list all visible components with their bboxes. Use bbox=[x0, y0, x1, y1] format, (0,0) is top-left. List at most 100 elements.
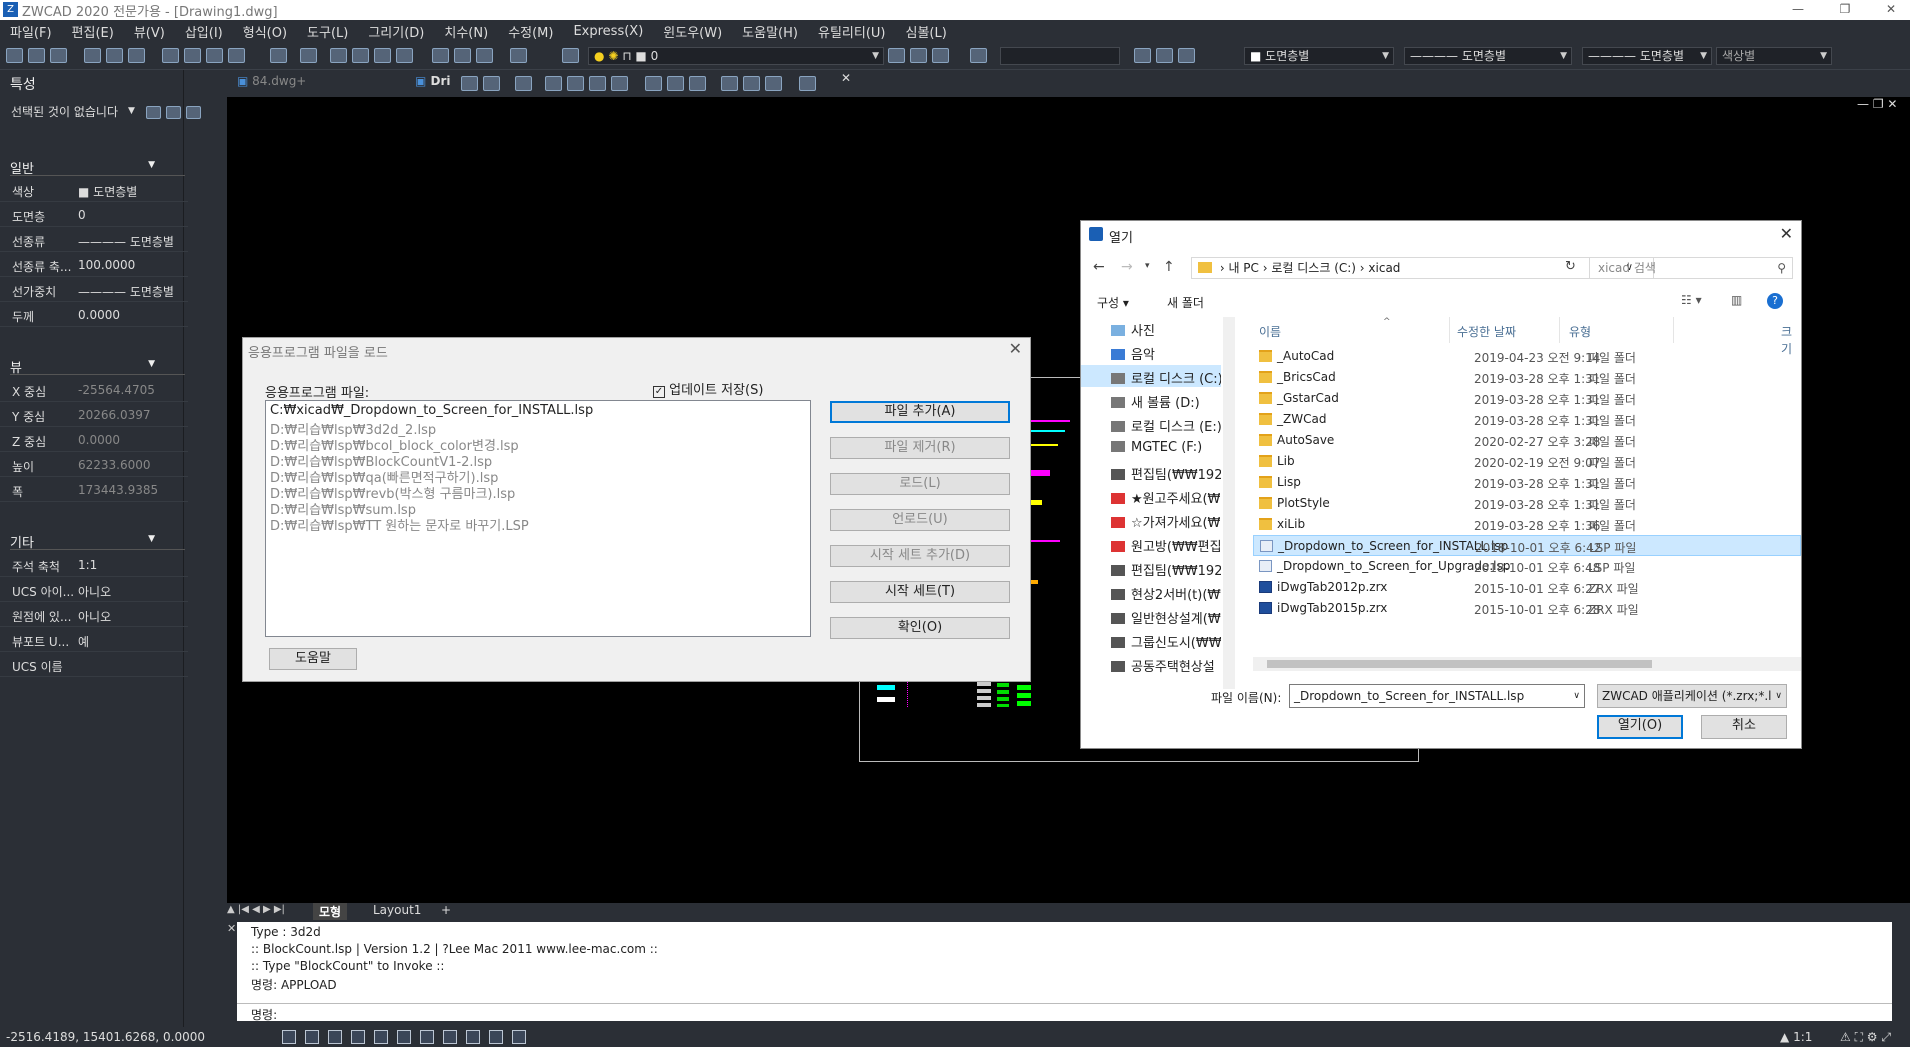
close-icon[interactable]: ✕ bbox=[1780, 224, 1793, 243]
publish-icon[interactable] bbox=[128, 48, 145, 63]
prop-row[interactable]: 뷰포트 U... 예 bbox=[0, 628, 188, 652]
nav-item[interactable]: 일반현상설계(₩ bbox=[1111, 608, 1221, 627]
nav-item-selected[interactable]: 로컬 디스크 (C:) bbox=[1081, 365, 1221, 387]
nav-item[interactable]: ★원고주세요(₩ bbox=[1111, 488, 1220, 507]
close-icon[interactable]: ✕ bbox=[841, 71, 851, 85]
file-row[interactable]: iDwgTab2015p.zrx 2015-10-01 오후 6:28 ZRX 파일 bbox=[1253, 598, 1801, 619]
prop-row[interactable]: 폭 173443.9385 bbox=[0, 478, 188, 502]
file-row[interactable]: PlotStyle 2019-03-28 오후 1:31 파일 폴더 bbox=[1253, 493, 1801, 514]
dim-style-icon[interactable] bbox=[1134, 48, 1151, 63]
transparency-icon[interactable] bbox=[489, 1030, 503, 1044]
tab-add[interactable]: + bbox=[435, 903, 457, 917]
minimize-icon[interactable]: — bbox=[1783, 0, 1813, 20]
ducs-icon[interactable] bbox=[443, 1030, 457, 1044]
color-combo[interactable]: ■ 도면층별 ▼ bbox=[1244, 47, 1394, 65]
startup-suite-button[interactable]: 시작 세트(T) bbox=[830, 581, 1010, 603]
properties-icon[interactable] bbox=[432, 48, 449, 63]
layout-nav-icons[interactable]: ▲ |◀ ◀ ▶ ▶| bbox=[227, 904, 285, 915]
add-startup-button[interactable]: 시작 세트 추가(D) bbox=[830, 545, 1010, 567]
print-icon[interactable] bbox=[84, 48, 101, 63]
nav-item[interactable]: 그룹신도시(₩₩1 bbox=[1111, 632, 1221, 651]
chevron-down-icon[interactable]: ▾ bbox=[1145, 261, 1150, 271]
command-input[interactable]: 명령: bbox=[237, 1003, 1892, 1022]
nav-item[interactable]: 편집팀(₩₩192.1 bbox=[1111, 560, 1221, 579]
text-style-icon[interactable] bbox=[970, 48, 987, 63]
prop-row[interactable]: 선종류 축... 100.0000 bbox=[0, 253, 188, 277]
make-current-icon[interactable] bbox=[888, 48, 905, 63]
menu-utility[interactable]: 유틸리티(U) bbox=[808, 22, 896, 41]
refresh-icon[interactable]: ↻ bbox=[1565, 259, 1576, 274]
otrack-icon[interactable] bbox=[397, 1030, 411, 1044]
prop-row[interactable]: 도면층 0 bbox=[0, 203, 188, 227]
menu-window[interactable]: 윈도우(W) bbox=[653, 22, 732, 41]
section-general[interactable]: 일반 ▼ bbox=[10, 158, 185, 177]
breadcrumb-item[interactable]: 내 PC bbox=[1228, 261, 1258, 275]
menu-tools[interactable]: 도구(L) bbox=[297, 22, 358, 41]
prop-row[interactable]: 선종류 ———— 도면층별 bbox=[0, 228, 188, 252]
layer-state-icon[interactable] bbox=[932, 48, 949, 63]
menu-view[interactable]: 뷰(V) bbox=[124, 22, 175, 41]
selection-combo[interactable]: 선택된 것이 없습니다 bbox=[6, 104, 142, 122]
cancel-button[interactable]: 취소 bbox=[1701, 715, 1787, 739]
copy-icon[interactable] bbox=[184, 48, 201, 63]
tool-palette-icon[interactable] bbox=[476, 48, 493, 63]
help-icon[interactable] bbox=[510, 48, 527, 63]
close-icon[interactable]: ✕ bbox=[1876, 0, 1906, 20]
file-row[interactable]: iDwgTab2012p.zrx 2015-10-01 오후 6:27 ZRX 파일 bbox=[1253, 577, 1801, 598]
list-item[interactable]: C:₩xicad₩_Dropdown_to_Screen_for_INSTALL… bbox=[270, 403, 593, 418]
file-row[interactable]: _ZWCad 2019-03-28 오후 1:31 파일 폴더 bbox=[1253, 409, 1801, 430]
ucs-y-icon[interactable] bbox=[721, 76, 738, 91]
redo-icon[interactable] bbox=[300, 48, 317, 63]
command-close-icon[interactable]: ✕ bbox=[227, 922, 237, 1022]
prop-row[interactable]: X 중심 -25564.4705 bbox=[0, 378, 188, 402]
ucs-face-icon[interactable] bbox=[545, 76, 562, 91]
preview-icon[interactable] bbox=[106, 48, 123, 63]
prop-row[interactable]: Y 중심 20266.0397 bbox=[0, 403, 188, 427]
prop-row[interactable]: 높이 62233.6000 bbox=[0, 453, 188, 477]
close-icon[interactable]: ✕ bbox=[1009, 339, 1022, 358]
view-options-icon[interactable]: ☷ ▾ bbox=[1681, 293, 1702, 307]
zoom-realtime-icon[interactable] bbox=[352, 48, 369, 63]
prop-row[interactable]: 두께 0.0000 bbox=[0, 303, 188, 327]
file-row-selected[interactable]: _Dropdown_to_Screen_for_INSTALL.lsp 2018-… bbox=[1253, 535, 1801, 556]
add-file-button[interactable]: 파일 추가(A) bbox=[830, 401, 1010, 423]
nav-item[interactable]: 현상2서버(t)(₩₩ bbox=[1111, 584, 1221, 603]
menu-edit[interactable]: 편집(E) bbox=[62, 22, 124, 41]
new-folder-button[interactable]: 새 폴더 bbox=[1167, 294, 1204, 311]
table-style-icon[interactable] bbox=[1156, 48, 1173, 63]
design-center-icon[interactable] bbox=[454, 48, 471, 63]
nav-item[interactable]: 공동주택현상설 bbox=[1111, 656, 1215, 675]
lineweight-combo[interactable]: ———— 도면층별 ▼ bbox=[1582, 47, 1712, 65]
style-combo[interactable] bbox=[1000, 47, 1120, 65]
ucs-zaxis-icon[interactable] bbox=[645, 76, 662, 91]
prop-row[interactable]: UCS 이름 bbox=[0, 653, 188, 677]
quick-select-icon[interactable] bbox=[186, 106, 201, 119]
ucs-object-icon[interactable] bbox=[567, 76, 584, 91]
column-type[interactable]: 유형 bbox=[1569, 323, 1591, 340]
file-row[interactable]: AutoSave 2020-02-27 오후 3:28 파일 폴더 bbox=[1253, 430, 1801, 451]
ucs-z-icon[interactable] bbox=[743, 76, 760, 91]
menu-draw[interactable]: 그리기(D) bbox=[358, 22, 434, 41]
section-misc[interactable]: 기타 ▼ bbox=[10, 532, 185, 551]
menu-help[interactable]: 도움말(H) bbox=[732, 22, 808, 41]
nav-item[interactable]: MGTEC (F:) bbox=[1111, 440, 1202, 455]
prop-row[interactable]: 주석 축척 1:1 bbox=[0, 553, 188, 577]
list-item[interactable]: D:₩리습₩lsp₩TT 원하는 문자로 바꾸기.LSP bbox=[270, 515, 529, 534]
ucs-x-icon[interactable] bbox=[689, 76, 706, 91]
mleader-style-icon[interactable] bbox=[1178, 48, 1195, 63]
file-row[interactable]: Lib 2020-02-19 오전 9:07 파일 폴더 bbox=[1253, 451, 1801, 472]
plotstyle-combo[interactable]: 색상별 ▼ bbox=[1716, 47, 1832, 65]
file-type-filter[interactable]: ZWCAD 애플리케이션 (*.zrx;*.l ∨ bbox=[1597, 684, 1787, 708]
file-list[interactable]: C:₩xicad₩_Dropdown_to_Screen_for_INSTALL… bbox=[265, 400, 811, 637]
unload-button[interactable]: 언로드(U) bbox=[830, 509, 1010, 531]
section-view[interactable]: 뷰 ▼ bbox=[10, 357, 185, 376]
help-button[interactable]: 도움말 bbox=[269, 648, 357, 670]
select-objects-icon[interactable] bbox=[166, 106, 181, 119]
paste-icon[interactable] bbox=[206, 48, 223, 63]
column-name[interactable]: 이름 bbox=[1259, 323, 1281, 340]
forward-icon[interactable]: → bbox=[1121, 259, 1133, 275]
annotation-scale[interactable]: ▲ 1:1 bbox=[1780, 1030, 1812, 1044]
open-folder-icon[interactable] bbox=[28, 48, 45, 63]
menu-symbol[interactable]: 심볼(L) bbox=[895, 22, 956, 41]
menu-file[interactable]: 파일(F) bbox=[0, 22, 62, 41]
